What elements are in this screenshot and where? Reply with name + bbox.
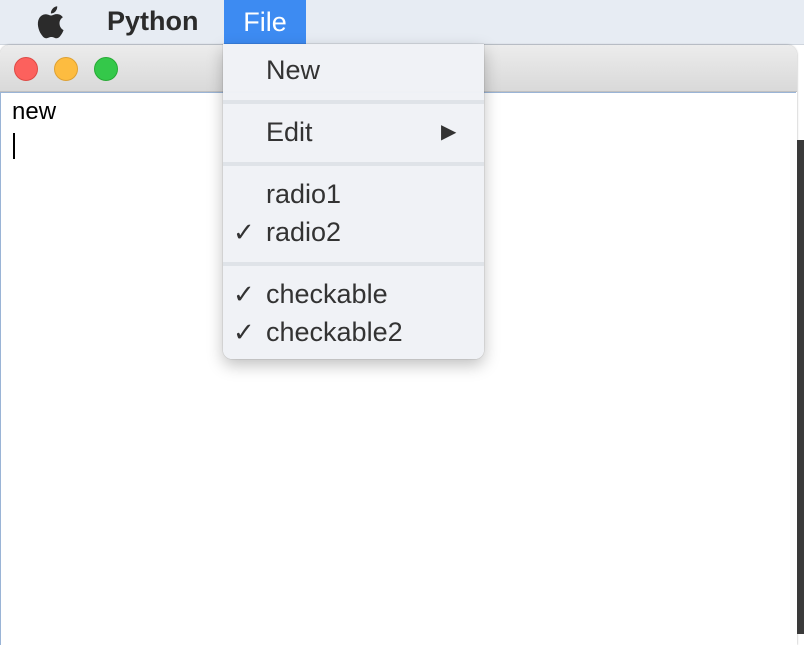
background-window-edge bbox=[797, 140, 804, 634]
menu-separator bbox=[223, 162, 484, 166]
menu-item-label: checkable bbox=[266, 279, 388, 309]
apple-logo-icon[interactable] bbox=[36, 4, 70, 40]
menu-item-label: radio1 bbox=[266, 179, 342, 209]
menu-item-label: radio2 bbox=[266, 217, 342, 247]
menu-item-edit[interactable]: Edit ▶ bbox=[223, 114, 484, 150]
menu-item-label: Edit bbox=[266, 117, 313, 147]
menu-separator bbox=[223, 262, 484, 266]
menu-bar: Python File bbox=[0, 0, 804, 45]
menu-item-checkable[interactable]: ✓ checkable bbox=[223, 276, 484, 312]
text-caret bbox=[13, 133, 15, 159]
checkmark-icon: ✓ bbox=[233, 317, 255, 347]
menu-item-new[interactable]: New bbox=[223, 52, 484, 88]
menu-separator bbox=[223, 100, 484, 104]
menu-item-label: New bbox=[266, 55, 321, 85]
minimize-window-button[interactable] bbox=[54, 57, 78, 81]
app-name-menu[interactable]: Python bbox=[107, 6, 199, 37]
editor-text: new bbox=[12, 98, 57, 125]
maximize-window-button[interactable] bbox=[94, 57, 118, 81]
menu-item-label: checkable2 bbox=[266, 317, 403, 347]
menu-item-radio2[interactable]: ✓ radio2 bbox=[223, 214, 484, 250]
file-dropdown-menu: New Edit ▶ radio1 ✓ radio2 ✓ checkable ✓… bbox=[223, 44, 484, 359]
file-menu[interactable]: File bbox=[224, 0, 306, 44]
menu-item-radio1[interactable]: radio1 bbox=[223, 176, 484, 212]
close-window-button[interactable] bbox=[14, 57, 38, 81]
checkmark-icon: ✓ bbox=[233, 279, 255, 309]
checkmark-icon: ✓ bbox=[233, 217, 255, 247]
submenu-arrow-icon: ▶ bbox=[441, 121, 457, 143]
menu-item-checkable2[interactable]: ✓ checkable2 bbox=[223, 314, 484, 350]
